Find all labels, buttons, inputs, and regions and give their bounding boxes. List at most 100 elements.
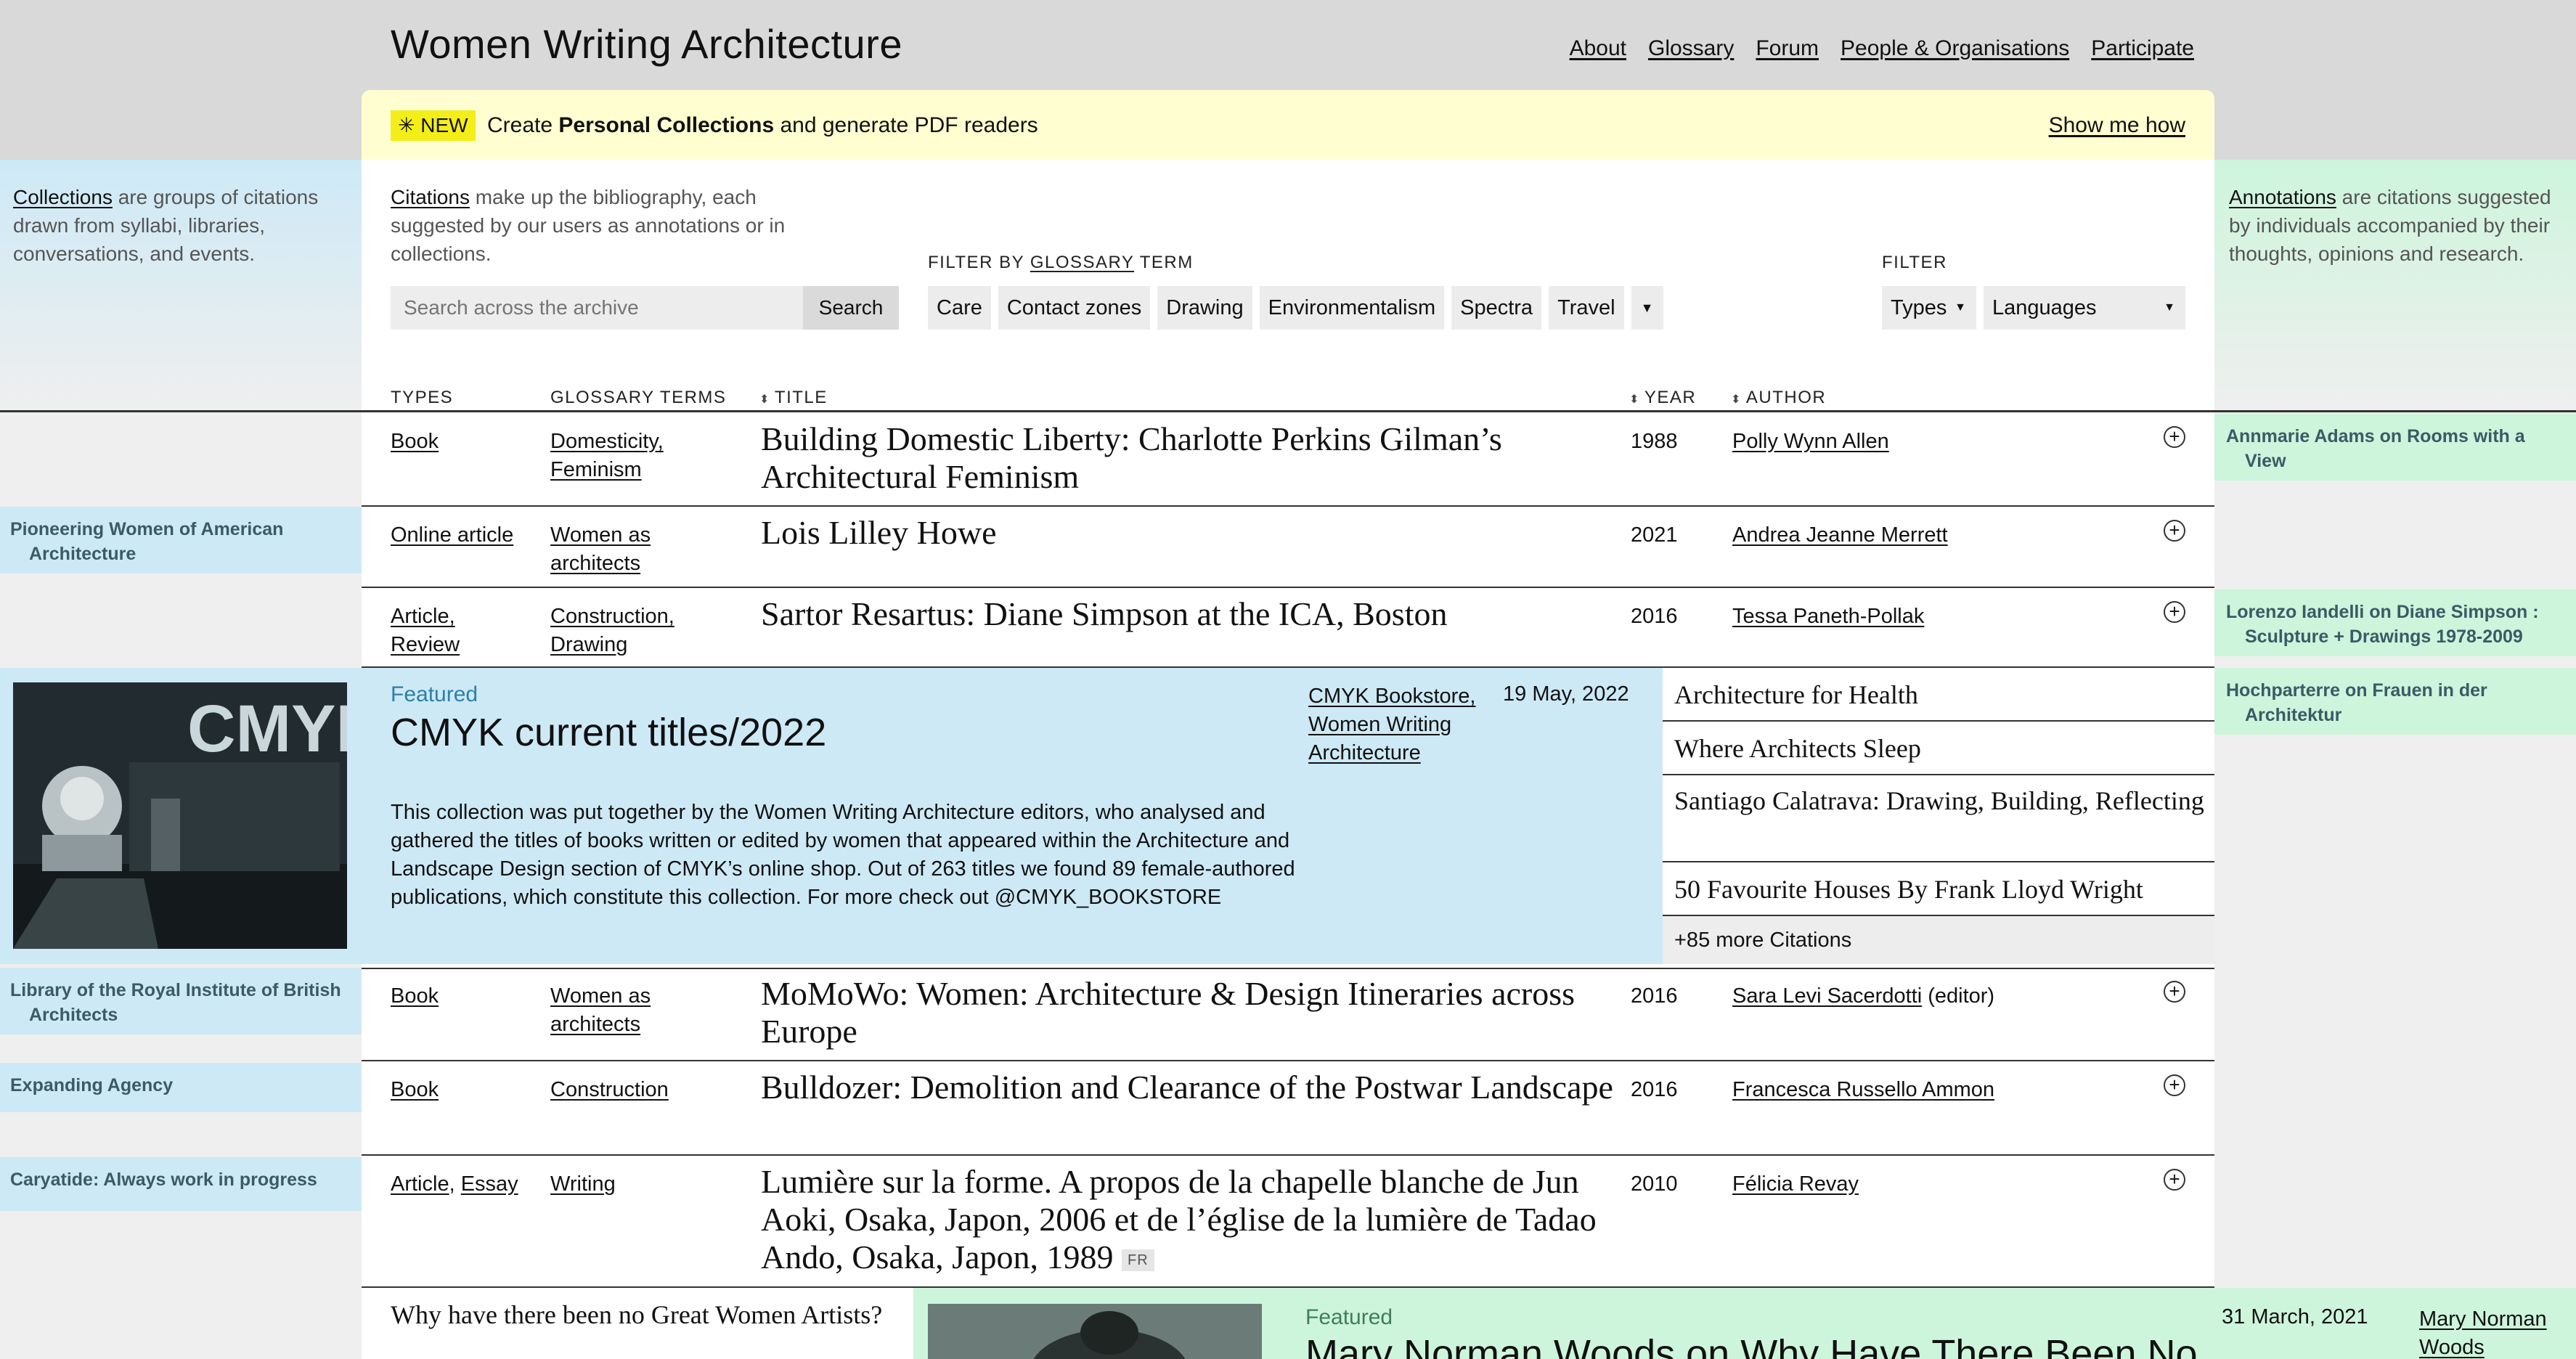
author-link[interactable]: Woods — [2419, 1336, 2485, 1359]
term-link[interactable]: architects — [550, 1013, 640, 1036]
sort-icon: ⬍ — [1731, 393, 1742, 406]
annotation-tag[interactable]: Hochparterre on Frauen in der Architektur — [2214, 668, 2576, 735]
annotation-tag[interactable]: Annmarie Adams on Rooms with a View — [2214, 414, 2576, 481]
nav-forum[interactable]: Forum — [1756, 36, 1819, 61]
bottom-citation[interactable]: Why have there been no Great Women Artis… — [362, 1288, 913, 1359]
nav-participate[interactable]: Participate — [2091, 36, 2194, 61]
term-link[interactable]: Women as — [550, 523, 651, 547]
new-feature-banner: ✳ NEW Create Personal Collections and ge… — [362, 90, 2214, 160]
glossary-link[interactable]: GLOSSARY — [1030, 253, 1134, 272]
author-link[interactable]: Architecture — [1308, 741, 1421, 764]
add-to-collection-icon[interactable]: + — [2164, 601, 2185, 623]
term-link[interactable]: Writing — [550, 1172, 616, 1196]
sort-icon: ⬍ — [1629, 393, 1640, 406]
year: 2010 — [1631, 1172, 1678, 1196]
type-link[interactable]: Essay — [461, 1172, 518, 1196]
term-link[interactable]: Women as — [550, 984, 651, 1008]
types-select[interactable]: Types ▼ — [1882, 286, 1976, 330]
collection-tag[interactable]: Library of the Royal Institute of Britis… — [0, 968, 362, 1034]
author-link[interactable]: Tessa Paneth-Pollak — [1732, 605, 1924, 628]
more-citations-link[interactable]: +85 more Citations — [1663, 916, 2214, 964]
citation-title[interactable]: Lumière sur la forme. A propos de la cha… — [761, 1163, 1618, 1276]
collection-tag[interactable]: Pioneering Women of American Architecture — [0, 507, 362, 574]
citation-title[interactable]: Bulldozer: Demolition and Clearance of t… — [761, 1069, 1618, 1106]
type-link[interactable]: Article — [391, 1172, 449, 1196]
chip-contact-zones[interactable]: Contact zones — [998, 286, 1151, 330]
featured-date: 31 March, 2021 — [2222, 1305, 2368, 1329]
language-badge: FR — [1122, 1249, 1154, 1272]
citation-title[interactable]: MoMoWo: Women: Architecture & Design Iti… — [761, 975, 1618, 1050]
type-link[interactable]: Online article — [391, 523, 513, 547]
table-row[interactable]: Book Women as architects MoMoWo: Women: A… — [362, 968, 2214, 1061]
table-row[interactable]: Online article Women as architects Lois L… — [362, 508, 2214, 588]
featured-label: Featured — [1305, 1305, 1393, 1329]
citation-title[interactable]: Building Domestic Liberty: Charlotte Per… — [761, 420, 1618, 496]
add-to-collection-icon[interactable]: + — [2164, 1169, 2185, 1191]
add-to-collection-icon[interactable]: + — [2164, 981, 2185, 1003]
type-link[interactable]: Book — [391, 984, 439, 1008]
citation-link[interactable]: 50 Favourite Houses By Frank Lloyd Wrigh… — [1663, 862, 2214, 916]
storefront-photo: CMYK — [13, 682, 347, 949]
chip-travel[interactable]: Travel — [1549, 286, 1624, 330]
more-terms-dropdown[interactable]: ▼ — [1631, 286, 1663, 330]
table-row[interactable]: Article, Essay Writing Lumière sur la fo… — [362, 1157, 2214, 1288]
annotation-tag[interactable]: Lorenzo Iandelli on Diane Simpson : Sculp… — [2214, 589, 2576, 656]
chip-care[interactable]: Care — [928, 286, 991, 330]
type-link[interactable]: Review — [391, 633, 460, 656]
add-to-collection-icon[interactable]: + — [2164, 426, 2185, 448]
citation-title[interactable]: Lois Lilley Howe — [761, 514, 1618, 552]
type-link[interactable]: Book — [391, 430, 439, 453]
citation-link[interactable]: Where Architects Sleep — [1663, 722, 2214, 775]
featured-title[interactable]: Mary Norman Woods on Why Have There Been… — [1305, 1331, 2198, 1359]
term-link[interactable]: Construction, — [550, 605, 674, 628]
show-me-how-link[interactable]: Show me how — [2049, 113, 2185, 138]
author-link[interactable]: CMYK Bookstore, — [1308, 685, 1475, 708]
year: 2016 — [1631, 1078, 1678, 1101]
annotations-link[interactable]: Annotations — [2229, 186, 2336, 208]
author-link[interactable]: Mary Norman — [2419, 1307, 2547, 1331]
citation-title[interactable]: Why have there been no Great Women Artis… — [391, 1299, 884, 1330]
year: 1988 — [1631, 430, 1678, 453]
type-link[interactable]: Article, — [391, 605, 455, 628]
author-link[interactable]: Francesca Russello Ammon — [1732, 1078, 1994, 1101]
term-link[interactable]: architects — [550, 552, 640, 575]
col-author[interactable]: ⬍ AUTHOR — [1731, 388, 1826, 408]
term-link[interactable]: Feminism — [550, 458, 642, 481]
languages-select[interactable]: Languages ▼ — [1984, 286, 2185, 330]
add-to-collection-icon[interactable]: + — [2164, 520, 2185, 542]
year: 2021 — [1631, 523, 1678, 547]
term-link[interactable]: Construction — [550, 1078, 669, 1101]
citation-link[interactable]: Architecture for Health — [1663, 668, 2214, 722]
term-link[interactable]: Drawing — [550, 633, 627, 656]
chip-environmentalism[interactable]: Environmentalism — [1259, 286, 1445, 330]
collection-tag[interactable]: Expanding Agency — [0, 1063, 362, 1112]
nav-about[interactable]: About — [1570, 36, 1626, 61]
citations-link[interactable]: Citations — [391, 186, 470, 208]
author-link[interactable]: Félicia Revay — [1732, 1172, 1859, 1196]
table-row[interactable]: Book Domesticity, Feminism Building Domes… — [362, 415, 2214, 507]
add-to-collection-icon[interactable]: + — [2164, 1074, 2185, 1096]
author-link[interactable]: Women Writing — [1308, 713, 1451, 736]
citation-title[interactable]: Sartor Resartus: Diane Simpson at the IC… — [761, 595, 1618, 633]
author-link[interactable]: Polly Wynn Allen — [1732, 430, 1889, 453]
table-row[interactable]: Article, Review Construction, Drawing Sart… — [362, 589, 2214, 668]
col-title[interactable]: ⬍ TITLE — [759, 388, 828, 408]
type-link[interactable]: Book — [391, 1078, 439, 1101]
chip-drawing[interactable]: Drawing — [1157, 286, 1252, 330]
nav-glossary[interactable]: Glossary — [1648, 36, 1734, 61]
term-link[interactable]: Domesticity, — [550, 430, 664, 453]
author-link[interactable]: Andrea Jeanne Merrett — [1732, 523, 1948, 547]
search-input[interactable] — [391, 286, 803, 330]
chip-spectra[interactable]: Spectra — [1451, 286, 1542, 330]
featured-title[interactable]: CMYK current titles/2022 — [391, 710, 826, 755]
col-year[interactable]: ⬍ YEAR — [1629, 388, 1696, 408]
nav-people-organisations[interactable]: People & Organisations — [1841, 36, 2069, 61]
author-link[interactable]: Sara Levi Sacerdotti — [1732, 984, 1922, 1008]
site-title[interactable]: Women Writing Architecture — [391, 20, 902, 68]
collection-tag[interactable]: Caryatide: Always work in progress — [0, 1157, 362, 1211]
caret-down-icon: ▼ — [1640, 301, 1654, 315]
table-row[interactable]: Book Construction Bulldozer: Demolition … — [362, 1063, 2214, 1156]
search-button[interactable]: Search — [803, 286, 899, 330]
collections-link[interactable]: Collections — [13, 186, 113, 208]
citation-link[interactable]: Santiago Calatrava: Drawing, Building, R… — [1663, 775, 2214, 862]
